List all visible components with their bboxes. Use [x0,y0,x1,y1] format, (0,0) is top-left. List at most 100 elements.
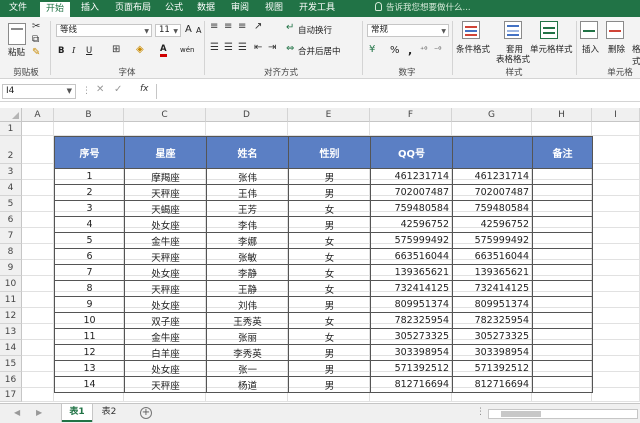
scrollbar-thumb[interactable] [501,411,541,417]
table-cell[interactable]: 702007487 [452,184,533,201]
table-header-cell[interactable] [452,136,533,169]
row-header-9[interactable]: 9 [0,260,22,276]
table-cell[interactable]: 刘伟 [206,296,289,313]
table-cell[interactable]: 李娜 [206,232,289,249]
percent-button[interactable]: % [390,45,400,56]
decrease-decimal-icon[interactable]: ⁻⁰ [434,44,441,56]
underline-button[interactable]: U [86,46,92,56]
borders-icon[interactable]: ⊞ [112,44,120,56]
insert-function-button[interactable]: fx [140,84,149,94]
increase-decimal-icon[interactable]: ⁺⁰ [420,44,427,56]
table-cell[interactable]: 2 [54,184,125,201]
table-cell[interactable]: 305273325 [370,328,453,345]
italic-button[interactable]: I [72,46,75,56]
table-cell[interactable]: 摩羯座 [124,168,207,185]
table-cell[interactable]: 6 [54,248,125,265]
table-cell[interactable]: 4 [54,216,125,233]
conditional-format-button[interactable]: 条件格式 [456,43,490,55]
table-cell[interactable]: 759480584 [370,200,453,217]
table-cell[interactable] [532,168,593,185]
row-header-16[interactable]: 16 [0,372,22,388]
table-cell[interactable]: 女 [288,248,371,265]
table-cell[interactable]: 男 [288,344,371,361]
column-header-d[interactable]: D [206,108,288,122]
wrap-text-icon[interactable]: ↵ [286,22,294,34]
cut-icon[interactable]: ✂ [32,21,40,33]
table-cell[interactable]: 处女座 [124,296,207,313]
align-left-icon[interactable]: ☰ [210,42,219,54]
decrease-indent-icon[interactable]: ⇤ [254,42,262,54]
table-cell[interactable]: 男 [288,168,371,185]
delete-cells-button[interactable]: 删除 [608,43,625,55]
table-cell[interactable]: 金牛座 [124,232,207,249]
table-cell[interactable]: 7 [54,264,125,281]
add-sheet-icon[interactable]: + [140,407,152,419]
table-header-cell[interactable]: 星座 [124,136,207,169]
column-header-b[interactable]: B [54,108,124,122]
table-cell[interactable]: 处女座 [124,216,207,233]
table-cell[interactable]: 461231714 [452,168,533,185]
table-cell[interactable]: 天秤座 [124,184,207,201]
table-cell[interactable]: 处女座 [124,360,207,377]
table-cell[interactable]: 42596752 [452,216,533,233]
font-name-select[interactable]: 等线 ▼ [56,24,152,37]
table-cell[interactable] [532,232,593,249]
tab-page-layout[interactable]: 页面布局 [110,0,156,17]
worksheet-grid[interactable]: ABCDEFGHI 1 2 3 4 5 6 7 8 9 10 11 12 13 14 15 16 17 序号 星座… [0,108,640,403]
row-header-11[interactable]: 11 [0,292,22,308]
row-header-10[interactable]: 10 [0,276,22,292]
format-as-table-icon[interactable] [504,21,522,39]
cell-styles-icon[interactable] [540,21,558,39]
cell-styles-button[interactable]: 单元格样式 [530,43,573,55]
table-cell[interactable]: 42596752 [370,216,453,233]
align-center-icon[interactable]: ☰ [224,42,233,54]
grow-font-button[interactable]: A [185,24,192,35]
tab-file[interactable]: 文件 [6,0,30,17]
table-cell[interactable]: 732414125 [452,280,533,297]
table-cell[interactable]: 天秤座 [124,248,207,265]
align-right-icon[interactable]: ☰ [238,42,247,54]
table-cell[interactable]: 女 [288,200,371,217]
delete-cells-icon[interactable] [606,21,624,39]
table-cell[interactable]: 5 [54,232,125,249]
format-painter-icon[interactable]: ✎ [32,47,40,59]
table-cell[interactable]: 139365621 [452,264,533,281]
row-header-15[interactable]: 15 [0,356,22,372]
table-cell[interactable]: 女 [288,312,371,329]
merge-center-icon[interactable]: ⇔ [286,43,294,55]
table-cell[interactable]: 12 [54,344,125,361]
formula-input[interactable] [156,84,638,99]
tell-me-box[interactable]: 告诉我您想要做什么... [375,0,471,17]
number-format-select[interactable]: 常规 ▼ [367,24,449,37]
table-cell[interactable] [532,200,593,217]
table-cell[interactable]: 女 [288,280,371,297]
row-header-6[interactable]: 6 [0,212,22,228]
table-header-cell[interactable]: 姓名 [206,136,289,169]
table-cell[interactable]: 双子座 [124,312,207,329]
table-cell[interactable]: 702007487 [370,184,453,201]
table-cell[interactable]: 575999492 [452,232,533,249]
paste-button[interactable]: 粘贴 [8,46,25,58]
table-cell[interactable] [532,312,593,329]
table-cell[interactable]: 天秤座 [124,376,207,393]
column-header-g[interactable]: G [452,108,532,122]
tab-home[interactable]: 开始 [40,2,70,17]
table-cell[interactable]: 10 [54,312,125,329]
tab-view[interactable]: 视图 [262,0,286,17]
table-cell[interactable]: 李伟 [206,216,289,233]
row-header-8[interactable]: 8 [0,244,22,260]
table-cell[interactable]: 男 [288,376,371,393]
column-header-a[interactable]: A [22,108,54,122]
table-cell[interactable]: 女 [288,328,371,345]
column-header-i[interactable]: I [592,108,640,122]
row-header-5[interactable]: 5 [0,196,22,212]
table-cell[interactable]: 571392512 [370,360,453,377]
table-cell[interactable]: 李秀英 [206,344,289,361]
table-header-cell[interactable]: 序号 [54,136,125,169]
table-cell[interactable]: 1 [54,168,125,185]
horizontal-scrollbar[interactable] [488,409,638,419]
align-top-icon[interactable]: ≡ [210,21,218,33]
table-cell[interactable] [532,360,593,377]
insert-cells-button[interactable]: 插入 [582,43,599,55]
table-cell[interactable] [532,296,593,313]
